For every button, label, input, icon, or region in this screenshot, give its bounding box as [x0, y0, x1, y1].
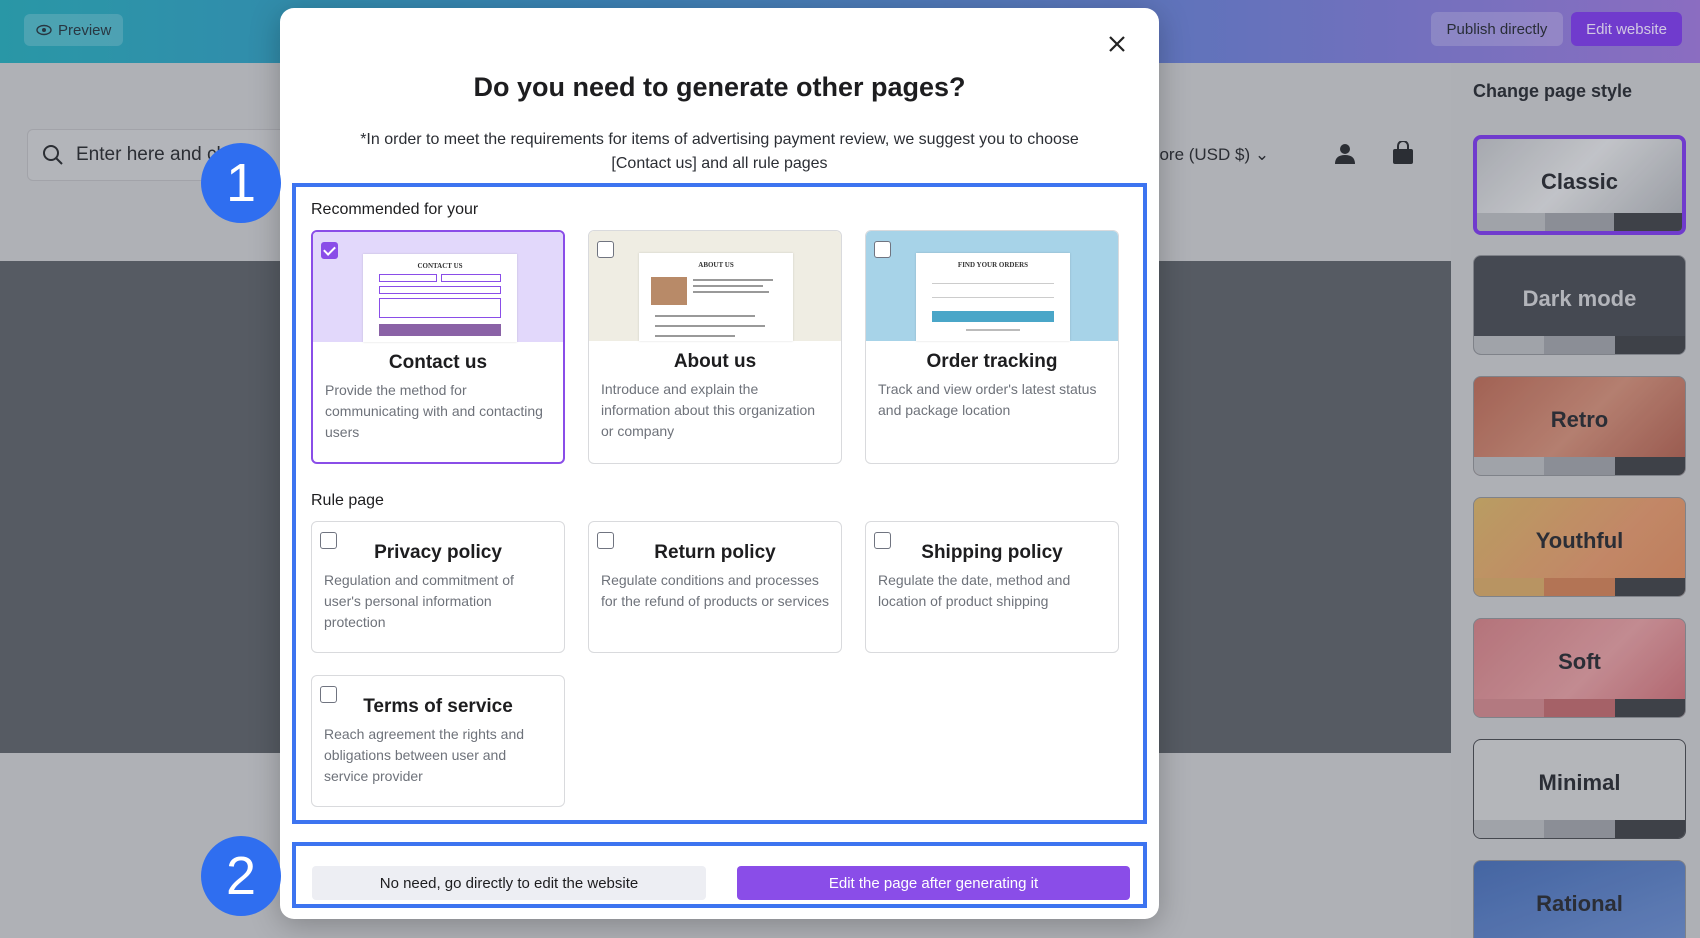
- page-card-privacy-policy[interactable]: Privacy policy Regulation and commitment…: [311, 521, 565, 653]
- about-us-thumbnail: ABOUT US: [589, 231, 841, 341]
- card-description: Provide the method for communicating wit…: [325, 382, 543, 440]
- order-tracking-thumbnail: FIND YOUR ORDERS: [866, 231, 1118, 341]
- callout-marker-1: 1: [201, 143, 281, 223]
- card-title: Privacy policy: [374, 542, 502, 563]
- dialog-note: *In order to meet the requirements for i…: [360, 131, 1079, 172]
- close-icon[interactable]: [1103, 30, 1131, 58]
- card-title: About us: [673, 351, 757, 372]
- rule-section-label: Rule page: [311, 492, 384, 509]
- return-policy-checkbox[interactable]: [597, 532, 614, 549]
- page-card-about-us[interactable]: ABOUT US About us Introduce and explain …: [588, 230, 842, 464]
- page-card-shipping-policy[interactable]: Shipping policy Regulate the date, metho…: [865, 521, 1119, 653]
- order-tracking-checkbox[interactable]: [874, 241, 891, 258]
- shipping-policy-checkbox[interactable]: [874, 532, 891, 549]
- callout-marker-2: 2: [201, 836, 281, 916]
- card-title: Return policy: [654, 542, 776, 563]
- card-description: Track and view order's latest status and…: [878, 381, 1097, 418]
- thumbnail-title: CONTACT US: [417, 262, 463, 270]
- page-card-terms-of-service[interactable]: Terms of service Reach agreement the rig…: [311, 675, 565, 807]
- page-card-order-tracking[interactable]: FIND YOUR ORDERS Order tracking Track an…: [865, 230, 1119, 464]
- skip-generate-button[interactable]: No need, go directly to edit the website: [312, 866, 706, 900]
- card-title: Terms of service: [363, 696, 513, 717]
- dialog-title: Do you need to generate other pages?: [473, 72, 966, 102]
- card-title: Shipping policy: [921, 542, 1063, 563]
- about-us-checkbox[interactable]: [597, 241, 614, 258]
- card-description: Introduce and explain the information ab…: [601, 381, 816, 439]
- card-description: Regulate conditions and processes for th…: [601, 572, 829, 609]
- contact-us-thumbnail: CONTACT US: [313, 232, 563, 342]
- card-title: Contact us: [388, 352, 488, 373]
- card-description: Reach agreement the rights and obligatio…: [324, 726, 525, 784]
- card-description: Regulate the date, method and location o…: [878, 572, 1071, 609]
- card-title: Order tracking: [926, 351, 1058, 372]
- privacy-policy-checkbox[interactable]: [320, 532, 337, 549]
- thumbnail-title: FIND YOUR ORDERS: [957, 261, 1029, 269]
- terms-of-service-checkbox[interactable]: [320, 686, 337, 703]
- page-card-contact-us[interactable]: CONTACT US Contact us Provide the method…: [311, 230, 565, 464]
- card-description: Regulation and commitment of user's pers…: [324, 572, 514, 630]
- thumbnail-title: ABOUT US: [698, 261, 734, 269]
- contact-us-checkbox[interactable]: [321, 242, 338, 259]
- recommended-section-label: Recommended for your: [311, 201, 479, 218]
- generate-and-edit-button[interactable]: Edit the page after generating it: [737, 866, 1130, 900]
- page-card-return-policy[interactable]: Return policy Regulate conditions and pr…: [588, 521, 842, 653]
- generate-pages-dialog: Do you need to generate other pages? *In…: [280, 8, 1159, 919]
